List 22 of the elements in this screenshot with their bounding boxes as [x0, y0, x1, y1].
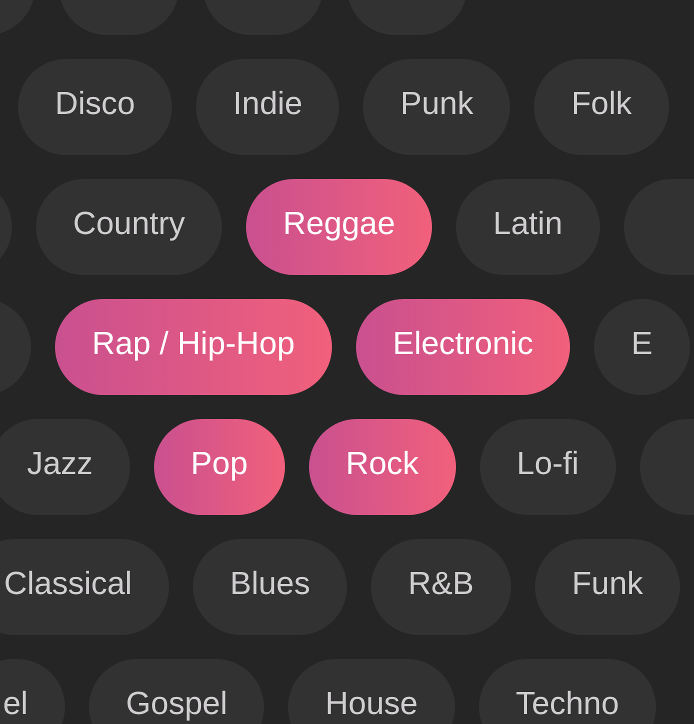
genre-chip[interactable]: Classical: [0, 539, 170, 635]
genre-chip[interactable]: Electronic: [356, 299, 570, 395]
genre-chip[interactable]: Disco: [18, 59, 172, 155]
genre-chip[interactable]: Jazz: [0, 419, 130, 515]
genre-chip[interactable]: Blues: [193, 539, 348, 635]
genre-chip[interactable]: R&B: [371, 539, 511, 635]
genre-chip[interactable]: Latin: [456, 179, 600, 275]
genre-chip[interactable]: Lo-fi: [480, 419, 616, 515]
genre-chip[interactable]: Gospel: [88, 659, 264, 724]
genre-chip[interactable]: Folk: [534, 59, 669, 155]
genre-chip[interactable]: House: [288, 659, 455, 724]
genre-chip[interactable]: Pop: [154, 419, 285, 515]
genre-chip[interactable]: Rock: [308, 419, 456, 515]
genre-chip[interactable]: E: [594, 299, 690, 395]
genre-chip[interactable]: el: [0, 659, 65, 724]
genre-chip[interactable]: Country: [36, 179, 222, 275]
genre-chip[interactable]: Reggae: [246, 179, 432, 275]
genre-chip[interactable]: Techno: [478, 659, 656, 724]
genre-chip[interactable]: Rap / Hip-Hop: [55, 299, 332, 395]
genre-chip[interactable]: Funk: [534, 539, 680, 635]
genre-chip[interactable]: Punk: [363, 59, 510, 155]
genre-chip[interactable]: Indie: [196, 59, 340, 155]
